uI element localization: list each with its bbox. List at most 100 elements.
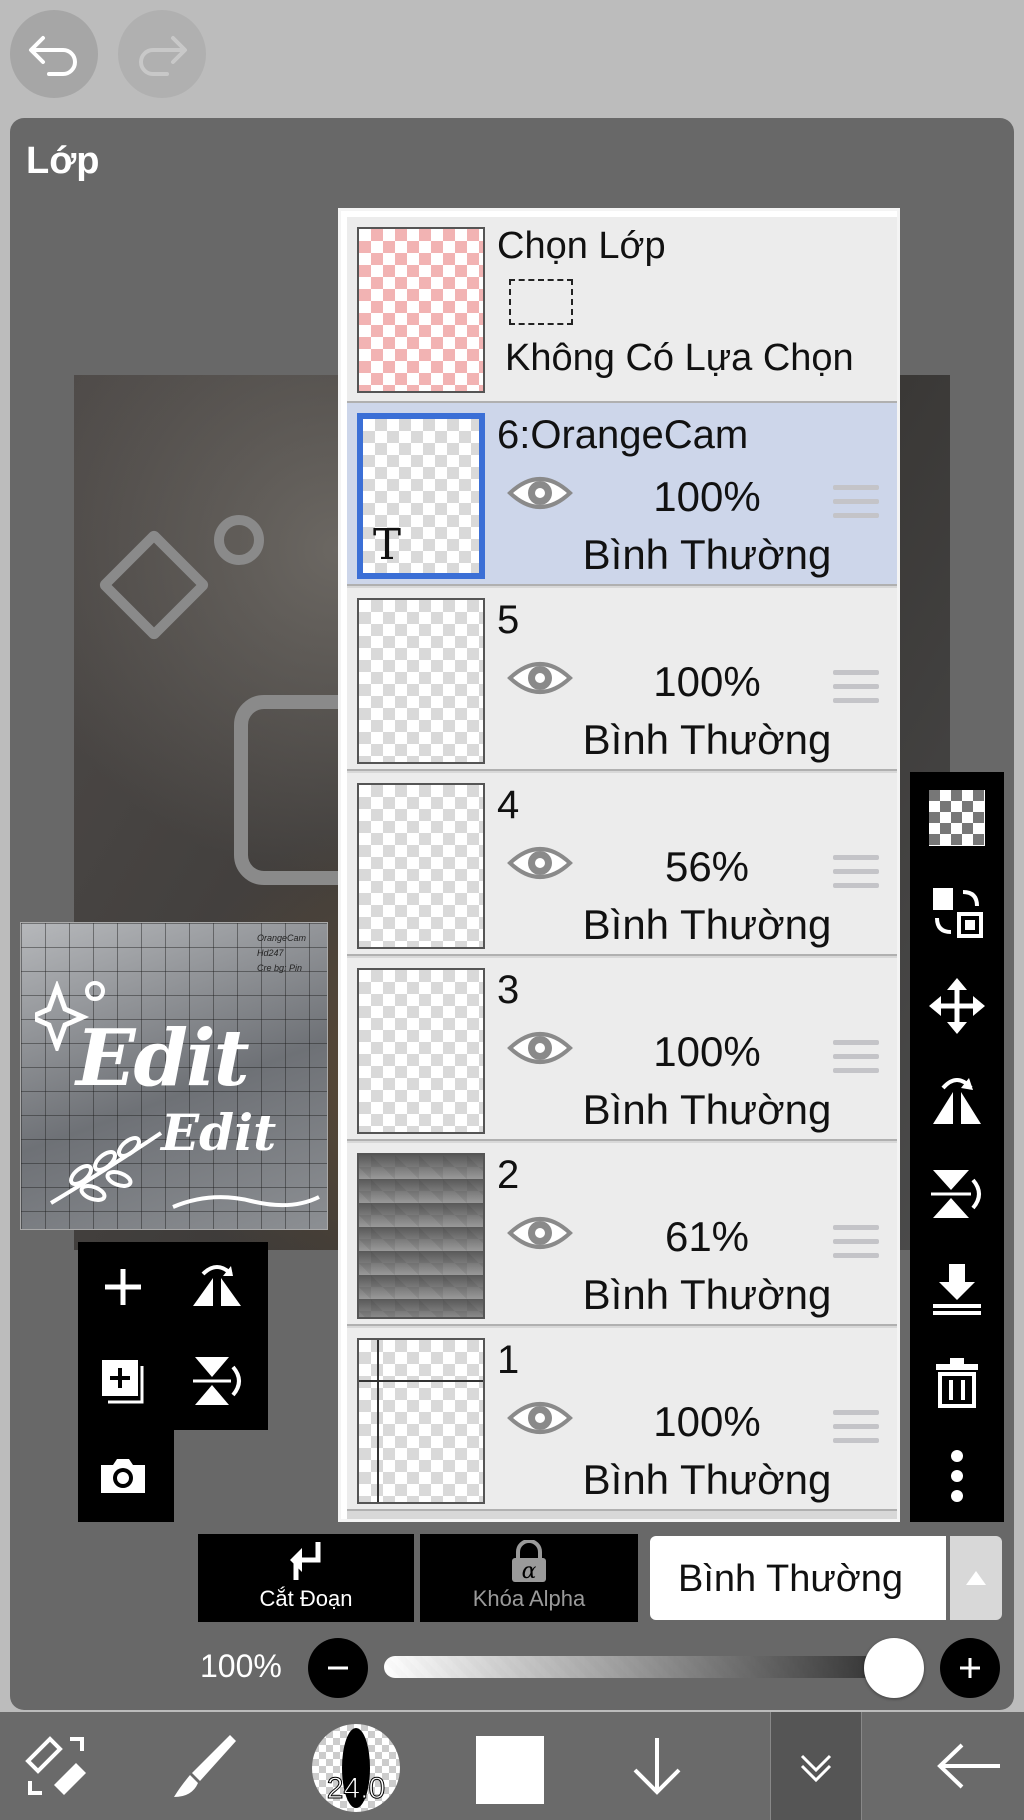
opacity-increase-button[interactable] (940, 1638, 1000, 1698)
flip-horizontal-button[interactable] (172, 1242, 262, 1332)
layer-row[interactable]: T 6:OrangeCam 100% Bình Thường (347, 403, 897, 586)
drag-handle-icon[interactable] (833, 1225, 879, 1267)
back-button[interactable] (914, 1712, 1024, 1820)
flip-rotate-vertical-button[interactable] (910, 1148, 1004, 1240)
flip-horizontal-icon (193, 1265, 241, 1306)
layer-blend-mode: Bình Thường (582, 901, 832, 948)
brush-size-value: 24.0 (326, 1772, 386, 1806)
merge-down-button[interactable] (910, 1242, 1004, 1334)
layer-name: 1 (497, 1338, 520, 1382)
clipping-button[interactable]: Cắt Đoạn (198, 1534, 414, 1622)
layer-thumbnail (357, 968, 485, 1134)
clipping-arrow-icon (290, 1542, 321, 1580)
redo-icon (139, 36, 187, 76)
add-copy-layer-button[interactable] (78, 1336, 168, 1426)
thumbnail-meta: OrangeCam Hd247 Cre bg: Pin (257, 931, 306, 976)
layer-opacity: 100% (653, 1398, 761, 1445)
flip-rotate-button[interactable] (910, 1054, 1004, 1146)
move-down-button[interactable] (602, 1712, 712, 1820)
layer-opacity: 100% (653, 1028, 761, 1075)
layer-name: 2 (497, 1153, 520, 1197)
layer-thumbnail (357, 783, 485, 949)
more-options-button[interactable] (910, 1430, 1004, 1522)
eye-icon[interactable] (507, 1396, 573, 1440)
selection-layer-row[interactable]: Chọn Lớp Không Có Lựa Chọn (347, 217, 897, 403)
move-button[interactable] (910, 960, 1004, 1052)
add-layer-button[interactable] (78, 1242, 168, 1332)
selection-layer-thumbnail (357, 227, 485, 393)
transform-eraser-icon (25, 1736, 86, 1795)
alpha-lock-button[interactable]: α Khóa Alpha (420, 1534, 638, 1622)
layer-row[interactable]: 1 100% Bình Thường (347, 1328, 897, 1511)
redo-button[interactable] (118, 10, 206, 98)
blend-mode-dropdown-button[interactable] (950, 1536, 1002, 1620)
flip-vertical-button[interactable] (172, 1336, 262, 1426)
brush-tool-button[interactable] (150, 1712, 260, 1820)
layer-name: 4 (497, 783, 520, 827)
plus-icon (105, 1269, 141, 1305)
layer-thumbnail (357, 1153, 485, 1319)
layer-name: 3 (497, 968, 520, 1012)
layer-list-content: Chọn Lớp Không Có Lựa Chọn T 6:OrangeCam 1… (347, 217, 897, 1519)
layer-blend-mode: Bình Thường (582, 531, 832, 578)
canvas-thumbnail[interactable]: OrangeCam Hd247 Cre bg: Pin Edit Edit (20, 922, 328, 1230)
eye-icon[interactable] (507, 471, 573, 515)
camera-button[interactable] (78, 1430, 168, 1520)
drag-handle-icon[interactable] (833, 670, 879, 712)
layer-row[interactable]: 4 56% Bình Thường (347, 773, 897, 956)
brush-size-button[interactable]: 24.0 (312, 1724, 400, 1812)
layers-panel-button[interactable] (770, 1712, 862, 1820)
svg-text:α: α (522, 1559, 537, 1584)
left-layer-tools-bottom (78, 1430, 174, 1522)
eye-icon[interactable] (507, 1211, 573, 1255)
layer-name: 6:OrangeCam (497, 413, 749, 457)
delete-layer-button[interactable] (910, 1336, 1004, 1428)
layer-opacity: 61% (664, 1213, 750, 1260)
selection-marquee-icon (509, 279, 573, 325)
drag-handle-icon[interactable] (833, 1410, 879, 1452)
eye-icon[interactable] (507, 841, 573, 885)
layer-row[interactable]: 3 100% Bình Thường (347, 958, 897, 1141)
drag-handle-icon[interactable] (833, 1040, 879, 1082)
layer-thumbnail (357, 598, 485, 764)
layer-list: Chọn Lớp Không Có Lựa Chọn T 6:OrangeCam 1… (338, 208, 900, 1522)
thumbnail-meta-line: Cre bg: Pin (257, 963, 303, 973)
arrow-left-icon (937, 1743, 1000, 1789)
trash-icon (936, 1358, 978, 1408)
opacity-slider-track[interactable] (384, 1656, 924, 1678)
add-layer-copy-icon (102, 1360, 144, 1404)
transform-tool-button[interactable] (0, 1712, 110, 1820)
selection-layer-status: Không Có Lựa Chọn (505, 337, 854, 379)
layer-row[interactable]: 2 61% Bình Thường (347, 1143, 897, 1326)
layer-opacity: 100% (653, 473, 761, 520)
transparent-button[interactable] (910, 772, 1004, 864)
opacity-slider-handle[interactable] (864, 1638, 924, 1698)
undo-button[interactable] (10, 10, 98, 98)
blend-mode-select[interactable]: Bình Thường (650, 1536, 946, 1620)
text-layer-icon: T (373, 520, 402, 569)
thumbnail-text-edit-1: Edit (76, 1013, 250, 1104)
layer-blend-mode: Bình Thường (582, 716, 832, 763)
right-layer-tools (910, 772, 1004, 1522)
drag-handle-icon[interactable] (833, 485, 879, 527)
camera-icon (101, 1459, 145, 1493)
opacity-value: 100% (200, 1648, 282, 1684)
layer-thumbnail: T (357, 413, 485, 579)
layer-row[interactable]: 5 100% Bình Thường (347, 588, 897, 771)
triangle-up-icon (966, 1571, 986, 1585)
swash-icon (172, 1195, 320, 1209)
layer-blend-mode: Bình Thường (582, 1456, 832, 1503)
opacity-decrease-button[interactable] (308, 1638, 368, 1698)
lock-alpha-icon: α (512, 1540, 546, 1584)
swap-layers-button[interactable] (910, 866, 1004, 958)
swap-layers-icon (933, 888, 983, 938)
drag-handle-icon[interactable] (833, 855, 879, 897)
canvas-circle (214, 515, 264, 565)
arrow-down-icon (633, 1738, 681, 1795)
move-icon (929, 978, 985, 1034)
color-swatch-button[interactable] (476, 1736, 544, 1804)
eye-icon[interactable] (507, 1026, 573, 1070)
plus-icon (960, 1658, 980, 1678)
eye-icon[interactable] (507, 656, 573, 700)
flip-rotate-icon (933, 1078, 981, 1124)
